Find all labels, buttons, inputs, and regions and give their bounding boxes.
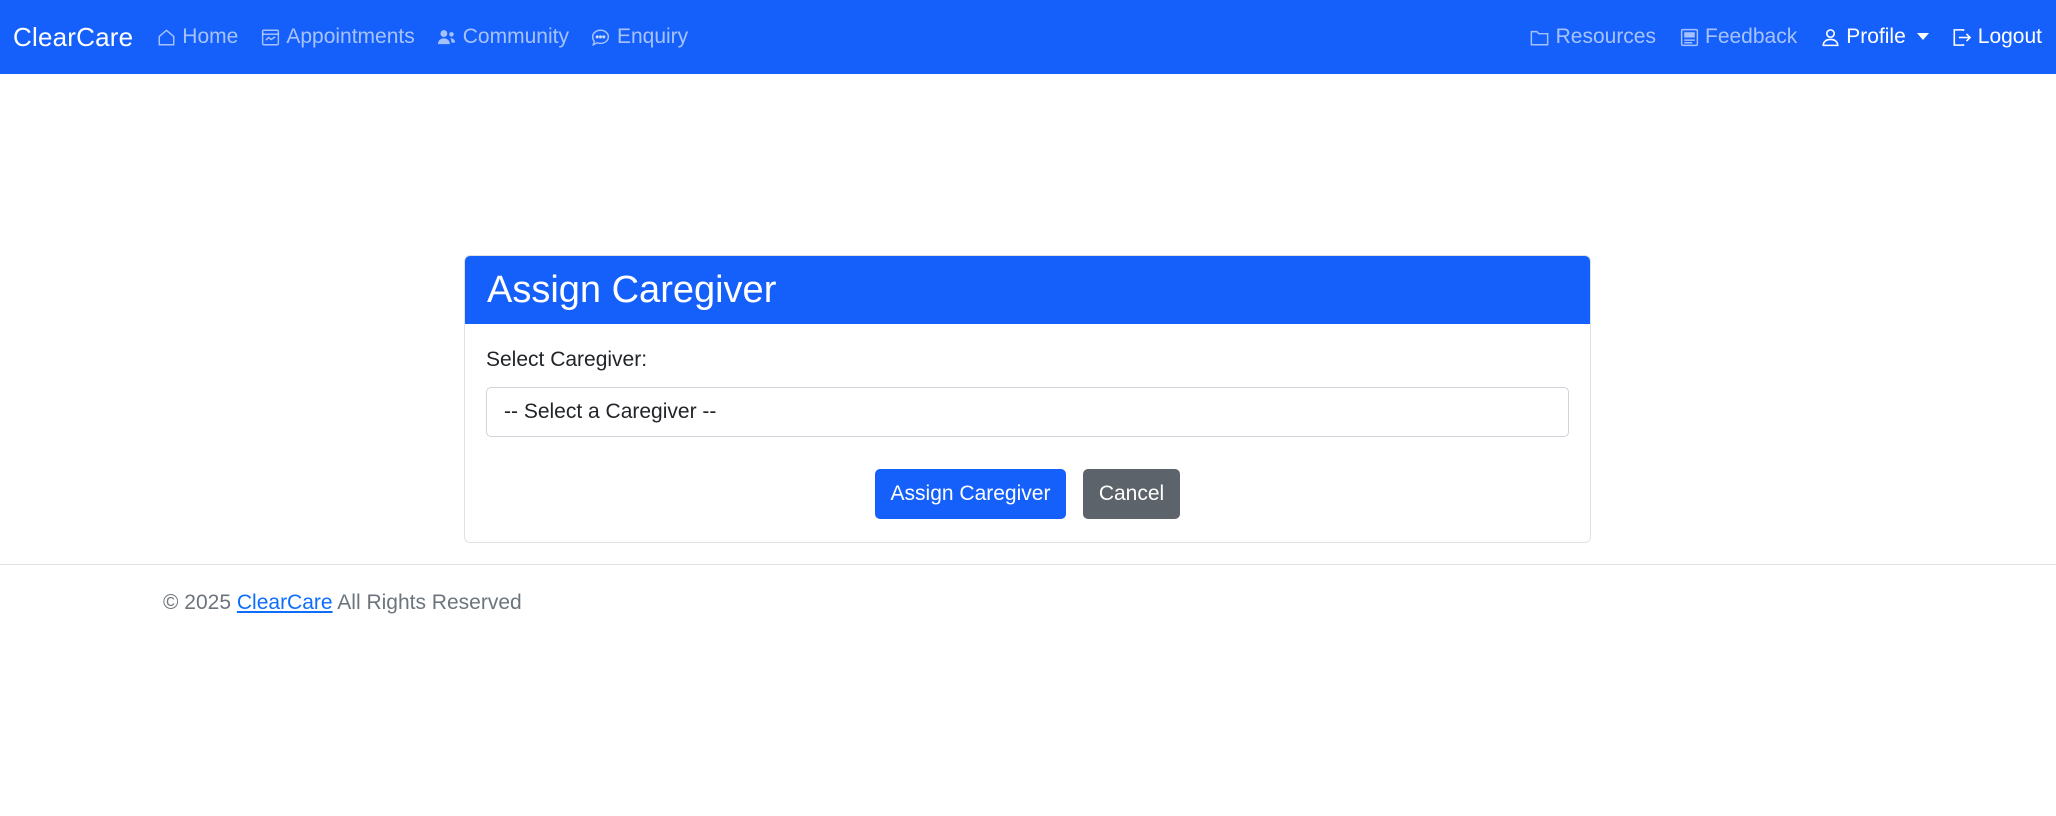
nav-appointments[interactable]: Appointments (259, 25, 415, 49)
footer-brand-link[interactable]: ClearCare (237, 591, 333, 614)
nav-profile-label: Profile (1846, 25, 1906, 48)
logout-icon (1951, 26, 1973, 48)
person-icon (1819, 26, 1841, 48)
assign-caregiver-button[interactable]: Assign Caregiver (875, 469, 1066, 519)
people-icon (436, 26, 458, 48)
nav-home[interactable]: Home (155, 25, 238, 49)
navbar-right: Resources Feedback Profile Logout (1507, 0, 2042, 74)
feedback-icon (1678, 26, 1700, 48)
navbar-left: ClearCare Home Appointments Community En… (13, 0, 709, 74)
card-body: Select Caregiver: -- Select a Caregiver … (465, 324, 1590, 519)
nav-home-label: Home (182, 25, 239, 48)
nav-logout-label: Logout (1977, 25, 2042, 48)
caregiver-select-value: -- Select a Caregiver -- (504, 400, 717, 423)
nav-enquiry[interactable]: Enquiry (590, 25, 688, 49)
nav-logout[interactable]: Logout (1951, 25, 2042, 49)
select-caregiver-label: Select Caregiver: (486, 348, 648, 371)
nav-feedback[interactable]: Feedback (1678, 25, 1797, 49)
caregiver-select[interactable]: -- Select a Caregiver -- (486, 387, 1569, 437)
nav-resources-label: Resources (1555, 25, 1656, 48)
nav-community-label: Community (462, 25, 569, 48)
brand-logo[interactable]: ClearCare (13, 22, 133, 53)
footer-divider (0, 564, 2056, 565)
assign-caregiver-card: Assign Caregiver Select Caregiver: -- Se… (464, 255, 1591, 543)
folder-icon (1529, 26, 1551, 48)
top-navbar: ClearCare Home Appointments Community En… (0, 0, 2056, 74)
card-title: Assign Caregiver (465, 256, 1590, 324)
cancel-button[interactable]: Cancel (1083, 469, 1180, 519)
nav-feedback-label: Feedback (1705, 25, 1798, 48)
nav-enquiry-label: Enquiry (616, 25, 689, 48)
calendar-icon (259, 26, 281, 48)
house-icon (155, 26, 177, 48)
nav-appointments-label: Appointments (286, 25, 415, 48)
footer-rights: All Rights Reserved (337, 591, 522, 614)
footer: © 2025 ClearCare All Rights Reserved (163, 591, 522, 615)
form-actions: Assign Caregiver Cancel (486, 469, 1569, 519)
nav-profile-dropdown[interactable]: Profile (1819, 25, 1929, 49)
footer-copyright: © 2025 (163, 591, 232, 614)
chat-icon (590, 26, 612, 48)
nav-community[interactable]: Community (436, 25, 569, 49)
nav-resources[interactable]: Resources (1529, 25, 1656, 49)
caret-down-icon (1916, 32, 1929, 40)
